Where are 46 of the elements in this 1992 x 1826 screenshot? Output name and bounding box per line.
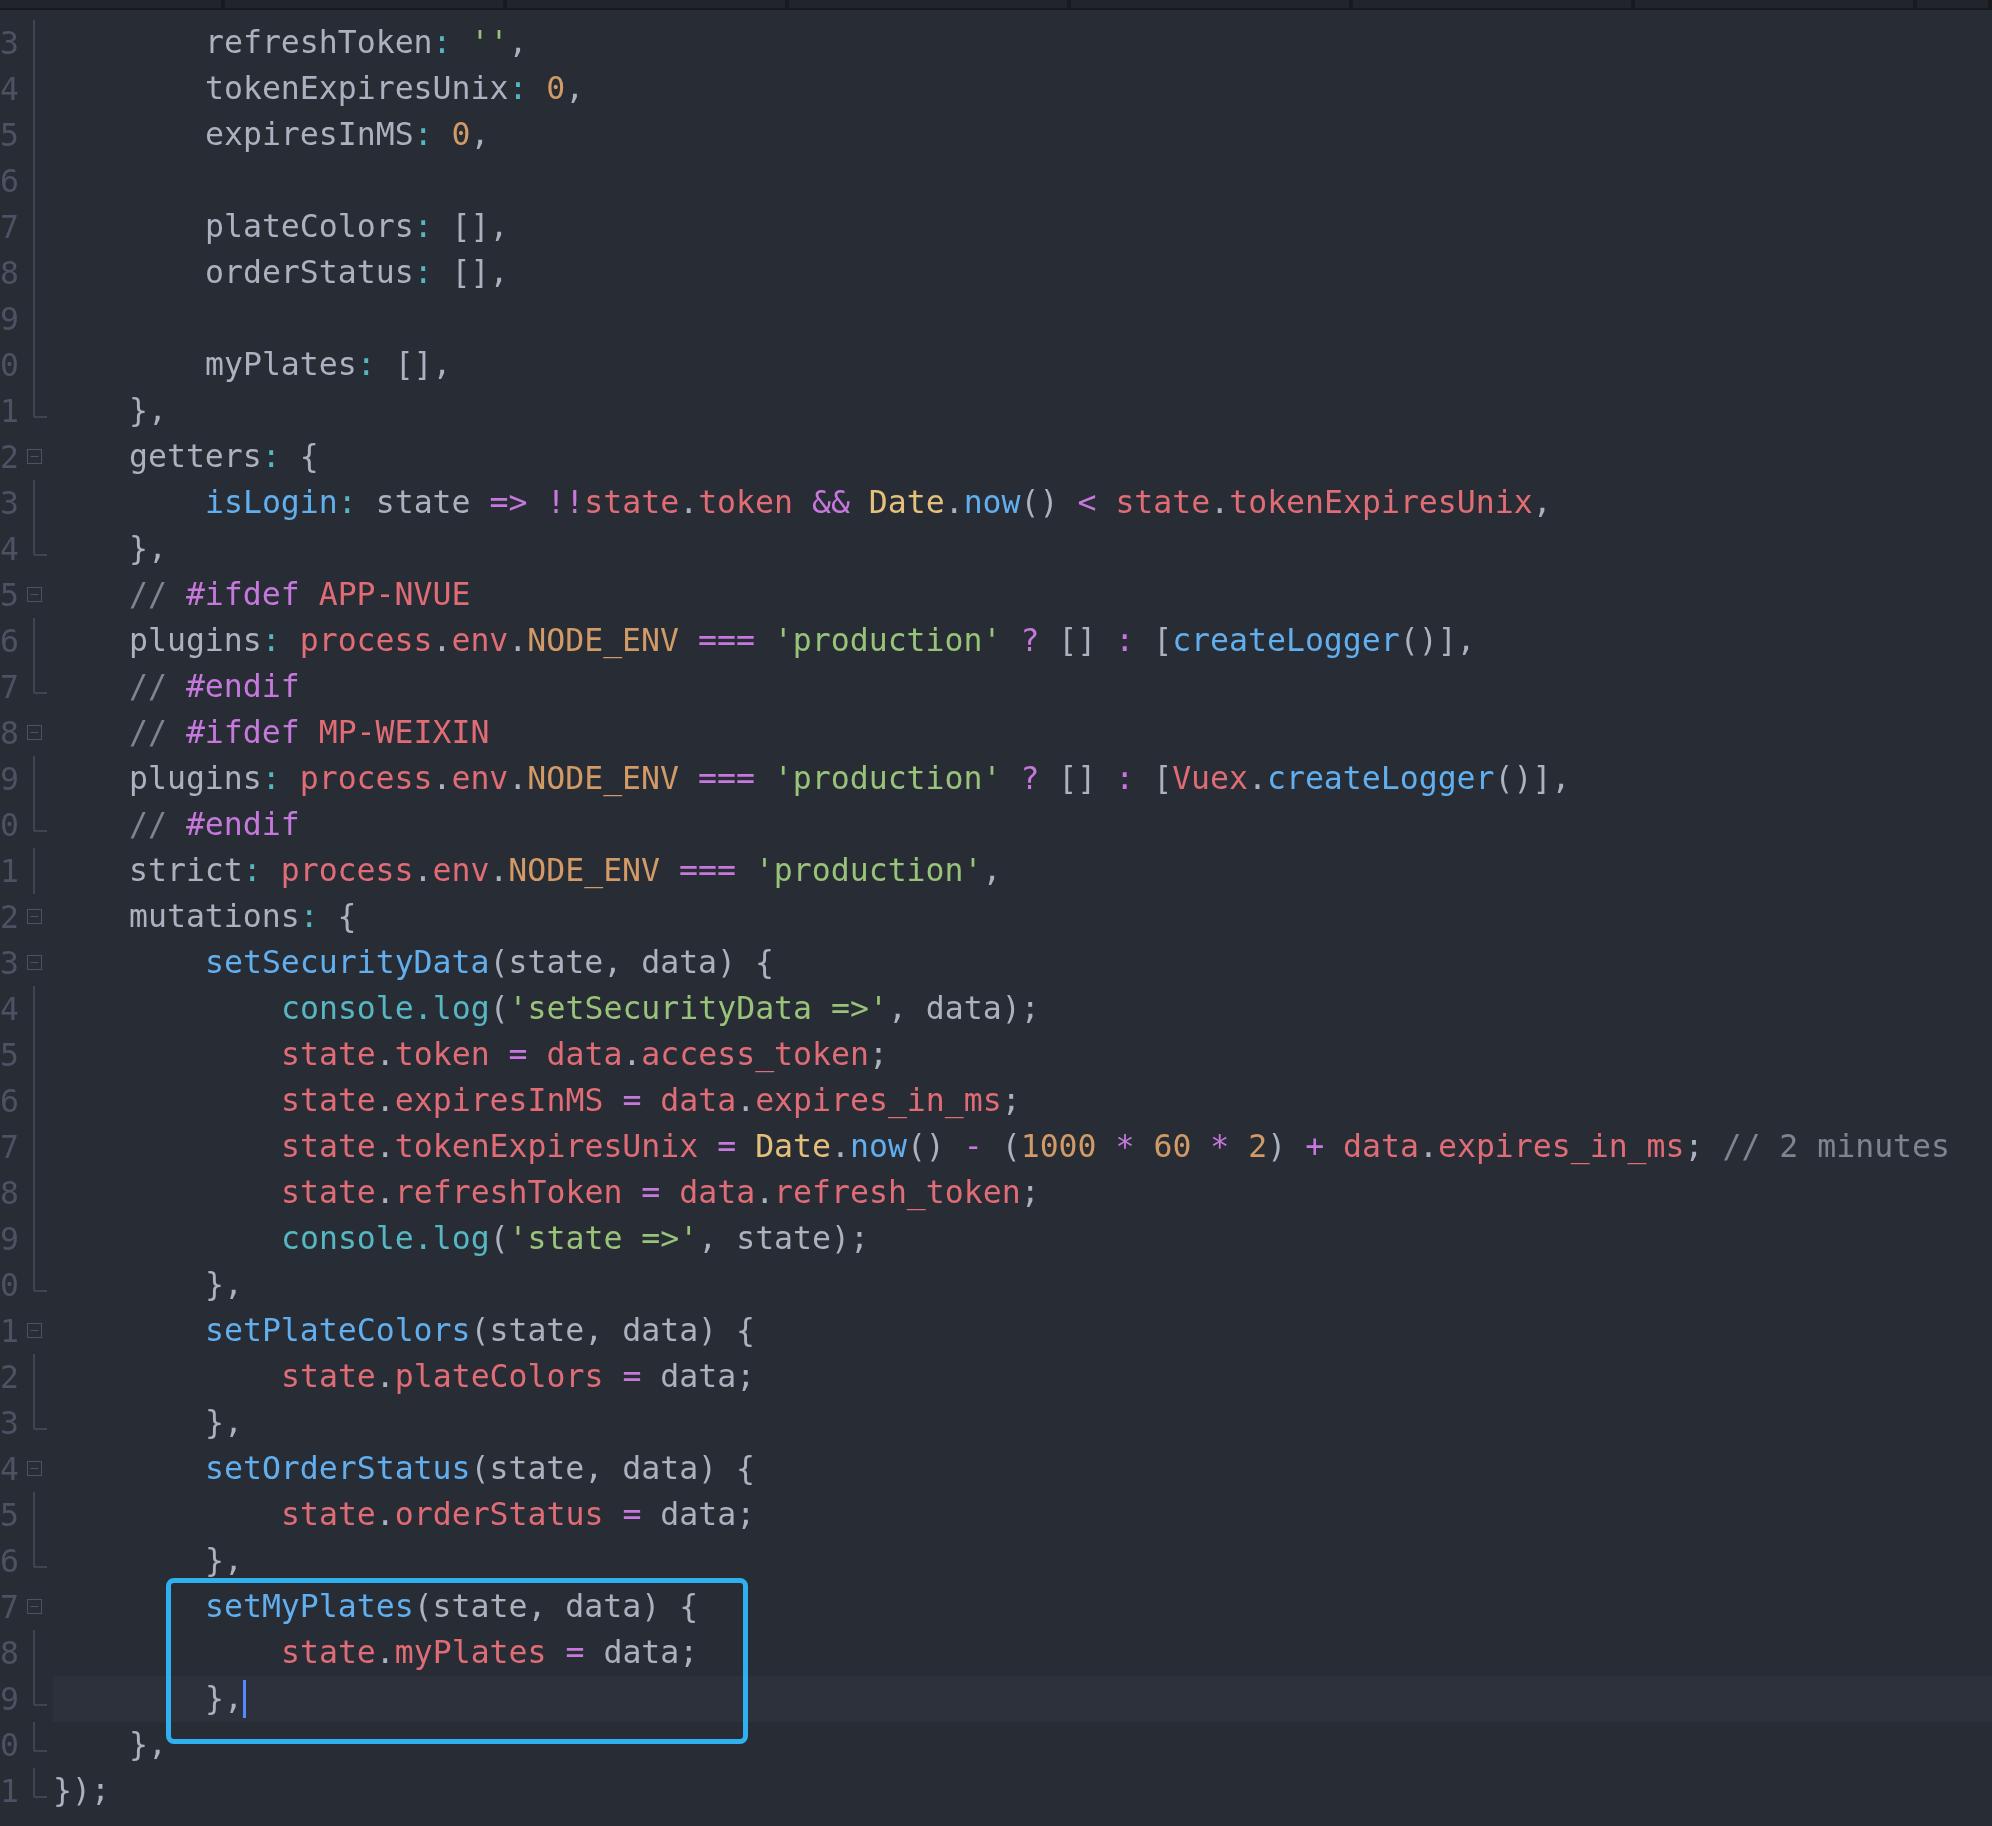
code-line: // #endif [129,667,300,707]
code-line: setPlateColors(state, data) { [205,1311,755,1351]
code-line: }, [205,1541,243,1581]
fold-toggle-icon[interactable] [27,1461,42,1476]
fold-toggle-icon[interactable] [27,587,42,602]
code-line: plateColors: [], [205,207,509,247]
code-line: strict: process.env.NODE_ENV === 'production', [129,851,1002,891]
code-line: state.tokenExpiresUnix = Date.now() - (1000 * 60 * 2) + data.expires_in_ms; // 2 minutes [281,1127,1950,1167]
code-line: console.log('setSecurityData =>', data); [281,989,1040,1029]
code-line: expiresInMS: 0, [205,115,490,155]
code-line: tokenExpiresUnix: 0, [205,69,585,109]
code-line: plugins: process.env.NODE_ENV === 'production' ? [] : [Vuex.createLogger()], [129,759,1571,799]
fold-toggle-icon[interactable] [27,725,42,740]
fold-toggle-icon[interactable] [27,1323,42,1338]
code-line: state.token = data.access_token; [281,1035,888,1075]
code-line: state.plateColors = data; [281,1357,756,1397]
code-line: state.orderStatus = data; [281,1495,756,1535]
code-line: setMyPlates(state, data) { [205,1587,699,1627]
code-line: plugins: process.env.NODE_ENV === 'production' ? [] : [createLogger()], [129,621,1476,661]
fold-toggle-icon[interactable] [27,1599,42,1614]
code-line: // #ifdef MP-WEIXIN [129,713,490,753]
code-line: myPlates: [], [205,345,452,385]
code-line: getters: { [129,437,319,477]
code-line: mutations: { [129,897,357,937]
code-line: state.expiresInMS = data.expires_in_ms; [281,1081,1021,1121]
code-line: }, [129,391,167,431]
code-line: // #ifdef APP-NVUE [129,575,471,615]
text-cursor [242,1680,246,1718]
fold-toggle-icon[interactable] [27,909,42,924]
code-line: orderStatus: [], [205,253,509,293]
code-line: setOrderStatus(state, data) { [205,1449,755,1489]
fold-toggle-icon[interactable] [27,955,42,970]
code-line: }, [129,529,167,569]
code-line: setSecurityData(state, data) { [205,943,774,983]
code-line: }, [205,1679,243,1719]
code-line: console.log('state =>', state); [281,1219,869,1259]
code-line: state.refreshToken = data.refresh_token; [281,1173,1040,1213]
code-line: }, [205,1265,243,1305]
code-line: }, [129,1725,167,1765]
fold-toggle-icon[interactable] [27,449,42,464]
code-line: }, [205,1403,243,1443]
code-line: }); [53,1771,110,1811]
code-line: isLogin: state => !!state.token && Date.now() < state.tokenExpiresUnix, [205,483,1552,523]
code-line: // #endif [129,805,300,845]
code-line: state.myPlates = data; [281,1633,699,1673]
code-line: refreshToken: '', [205,23,528,63]
